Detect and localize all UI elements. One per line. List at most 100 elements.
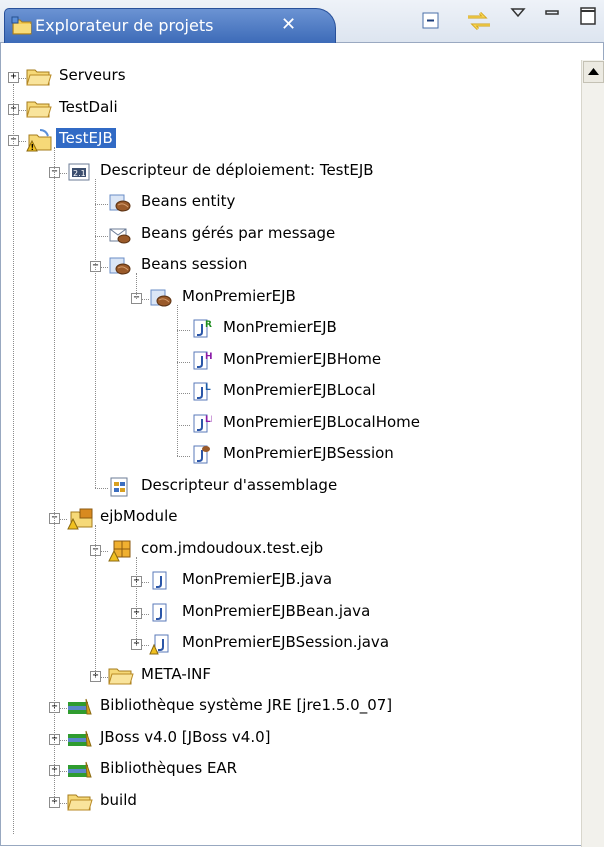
library-icon [67, 696, 93, 722]
view-title: Explorateur de projets [35, 16, 214, 35]
tree-connector [95, 204, 108, 205]
tree-item-label: MonPremierEJBSession [223, 444, 394, 462]
svg-text:2.1: 2.1 [73, 169, 86, 178]
tree-item[interactable]: + build [0, 789, 580, 817]
link-with-editor-icon[interactable] [466, 10, 492, 36]
remote-interface-icon: R [190, 318, 212, 344]
tree-item[interactable]: + Serveurs [0, 64, 580, 92]
tree-item[interactable]: − MonPremierEJB [0, 285, 580, 313]
session-bean-icon [108, 255, 132, 281]
folder-icon [26, 66, 52, 92]
tree-guide [136, 273, 137, 299]
library-icon [67, 759, 93, 785]
tree-item[interactable]: + JBoss v4.0 [JBoss v4.0] [0, 726, 580, 754]
tree-item[interactable]: − ejbModule [0, 505, 580, 533]
java-file-icon [149, 570, 171, 596]
tree-item[interactable]: + Bibliothèques EAR [0, 757, 580, 785]
source-folder-icon [67, 507, 95, 535]
tree-item[interactable]: −2.1 Descripteur de déploiement: TestEJB [0, 159, 580, 187]
assembly-descriptor-icon [108, 476, 132, 502]
tree-item-label: META-INF [141, 664, 212, 683]
tree-item-label: MonPremierEJBLocalHome [223, 412, 421, 431]
svg-text:H: H [205, 352, 212, 362]
tree-item-label: MonPremierEJB [182, 286, 296, 305]
tree-guide [13, 84, 14, 834]
maximize-icon[interactable] [578, 6, 598, 30]
svg-text:LH: LH [205, 415, 212, 425]
tree-item-label: ejbModule [100, 507, 178, 525]
tree-connector [95, 235, 108, 237]
tree-item[interactable]: + META-INF [0, 663, 580, 691]
tree-item[interactable]: − Beans session [0, 253, 580, 281]
java-file-icon [149, 602, 171, 628]
tree-item[interactable]: MonPremierEJBSession [0, 442, 580, 470]
tree-guide [54, 147, 55, 803]
tree-guide [95, 178, 96, 488]
tree-item-label: MonPremierEJB [223, 318, 337, 336]
tree-item[interactable]: Descripteur d'assemblage [0, 474, 580, 502]
tree-item[interactable]: − com.jmdoudoux.test.ejb [0, 537, 580, 565]
tree-guide [136, 556, 137, 645]
session-bean-icon [149, 287, 173, 313]
tree-item[interactable]: + Bibliothèque système JRE [jre1.5.0_07] [0, 694, 580, 722]
tree-item[interactable]: + MonPremierEJBBean.java [0, 600, 580, 628]
tree-item-label: com.jmdoudoux.test.ejb [141, 538, 324, 557]
tree-item[interactable]: L MonPremierEJBLocal [0, 379, 580, 407]
tree-item[interactable]: −! TestEJB [0, 127, 580, 155]
collapse-all-icon[interactable] [420, 10, 442, 36]
tree-connector [177, 330, 190, 331]
tree-item-label: Beans session [141, 255, 248, 273]
tree-item-label: Serveurs [59, 66, 126, 84]
folder-icon [67, 791, 93, 817]
package-icon [108, 539, 134, 567]
library-icon [67, 728, 93, 754]
project-explorer-icon [11, 15, 33, 41]
tree-connector [95, 487, 108, 489]
tree-item[interactable]: R MonPremierEJB [0, 316, 580, 344]
deployment-descriptor-icon: 2.1 [67, 161, 91, 187]
svg-text:L: L [205, 383, 211, 393]
tree-item-label: MonPremierEJB.java [182, 570, 333, 588]
tree-guide [177, 304, 178, 456]
expand-icon[interactable]: + [8, 72, 19, 83]
tree-item[interactable]: LH MonPremierEJBLocalHome [0, 411, 580, 439]
tree-connector [177, 361, 190, 363]
tree-item-label: Descripteur d'assemblage [141, 475, 338, 494]
tree-connector [177, 456, 190, 457]
project-tree[interactable]: + Serveurs + TestDali −! TestEJB −2.1 Descripte… [0, 60, 580, 847]
tree-connector [177, 393, 190, 394]
tree-connector [177, 424, 190, 426]
tree-item-label: JBoss v4.0 [JBoss v4.0] [100, 727, 271, 746]
tree-item[interactable]: Beans entity [0, 190, 580, 218]
tree-item[interactable]: + TestDali [0, 96, 580, 124]
tree-item[interactable]: + MonPremierEJBSession.java [0, 631, 580, 659]
tree-item-label: TestEJB [56, 128, 116, 148]
tree-item-label: Bibliothèques EAR [100, 759, 238, 777]
tree-item-label: Beans gérés par message [141, 223, 336, 242]
svg-text:R: R [205, 320, 212, 330]
home-interface-icon: H [190, 350, 213, 376]
folder-icon [108, 665, 134, 691]
vertical-scrollbar[interactable] [581, 60, 604, 847]
tree-item-label: Beans entity [141, 192, 236, 210]
tab-project-explorer[interactable]: Explorateur de projets ✕ [4, 8, 336, 43]
local-home-interface-icon: LH [190, 413, 218, 439]
minimize-icon[interactable] [544, 6, 560, 24]
tree-item-label: TestDali [59, 97, 118, 116]
tree-item[interactable]: + MonPremierEJB.java [0, 568, 580, 596]
svg-text:!: ! [31, 143, 35, 152]
tree-item[interactable]: Beans gérés par message [0, 222, 580, 250]
tree-item-label: build [100, 790, 137, 809]
view-menu-icon[interactable] [510, 6, 526, 24]
scroll-up-button[interactable] [583, 61, 604, 83]
bean-class-icon [190, 444, 212, 470]
local-interface-icon: L [190, 381, 212, 407]
close-icon[interactable]: ✕ [281, 14, 296, 35]
tree-item-label: Descripteur de déploiement: TestEJB [100, 160, 374, 179]
entity-bean-icon [108, 192, 132, 218]
tree-item-label: Bibliothèque système JRE [jre1.5.0_07] [100, 696, 393, 714]
message-bean-icon [108, 224, 132, 250]
tree-guide [95, 525, 96, 677]
tree-item[interactable]: H MonPremierEJBHome [0, 348, 580, 376]
tree-item-label: MonPremierEJBSession.java [182, 633, 390, 651]
